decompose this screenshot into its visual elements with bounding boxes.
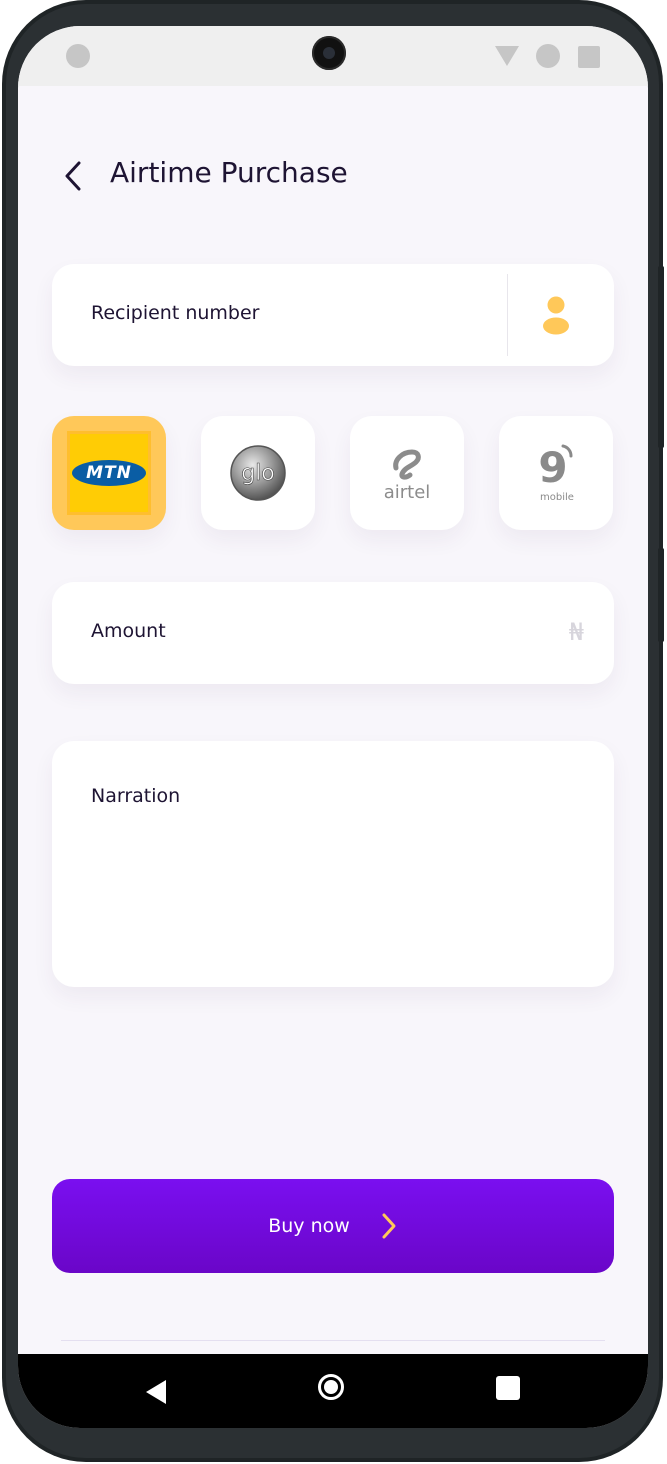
glo-logo-text: glo	[241, 461, 275, 486]
home-indicator-divider	[61, 1340, 605, 1341]
network-mtn[interactable]: MTN	[52, 416, 166, 530]
mtn-logo: MTN	[67, 431, 151, 515]
recipient-number-field[interactable]: Recipient number	[52, 264, 614, 366]
recipient-number-label: Recipient number	[91, 302, 260, 324]
field-divider	[507, 274, 508, 356]
system-navigation-bar	[18, 1354, 648, 1428]
glo-logo: glo	[230, 445, 286, 501]
network-glo[interactable]: glo	[201, 416, 315, 530]
notification-dot-icon	[66, 44, 90, 68]
wifi-icon	[495, 46, 519, 66]
amount-field[interactable]: Amount ₦	[52, 582, 614, 684]
page-title: Airtime Purchase	[110, 156, 348, 189]
back-button[interactable]	[58, 158, 88, 194]
naira-currency-icon: ₦	[568, 618, 584, 646]
system-recents-icon[interactable]	[496, 1376, 520, 1400]
9mobile-logo-subtext: mobile	[540, 492, 574, 503]
mtn-logo-text: MTN	[86, 463, 132, 483]
airtel-logo-text: airtel	[384, 482, 431, 503]
narration-field[interactable]: Narration	[52, 741, 614, 987]
front-camera	[312, 36, 346, 70]
phone-frame: Airtime Purchase Recipient number MTN gl…	[2, 0, 664, 1462]
amount-label: Amount	[91, 620, 166, 642]
chevron-left-icon	[65, 161, 81, 191]
network-airtel[interactable]: airtel	[350, 416, 464, 530]
volume-button	[658, 266, 664, 448]
chevron-right-icon	[382, 1213, 396, 1239]
narration-label: Narration	[91, 785, 181, 807]
network-9mobile[interactable]: 9 mobile	[499, 416, 613, 530]
buy-now-label: Buy now	[268, 1215, 350, 1237]
system-home-icon[interactable]	[318, 1374, 344, 1400]
buy-now-button[interactable]: Buy now	[52, 1179, 614, 1273]
person-icon	[543, 296, 569, 335]
contact-picker-button[interactable]	[528, 290, 584, 340]
power-button	[658, 548, 664, 642]
battery-icon	[578, 46, 600, 68]
system-back-icon[interactable]	[146, 1380, 166, 1404]
status-bar	[18, 26, 648, 86]
screen: Airtime Purchase Recipient number MTN gl…	[18, 26, 648, 1428]
signal-icon	[536, 44, 560, 68]
airtel-logo: airtel	[384, 449, 431, 503]
mtn-logo-oval: MTN	[70, 458, 148, 488]
9mobile-logo-digit: 9	[538, 443, 567, 492]
9mobile-logo: 9 mobile	[538, 443, 574, 503]
